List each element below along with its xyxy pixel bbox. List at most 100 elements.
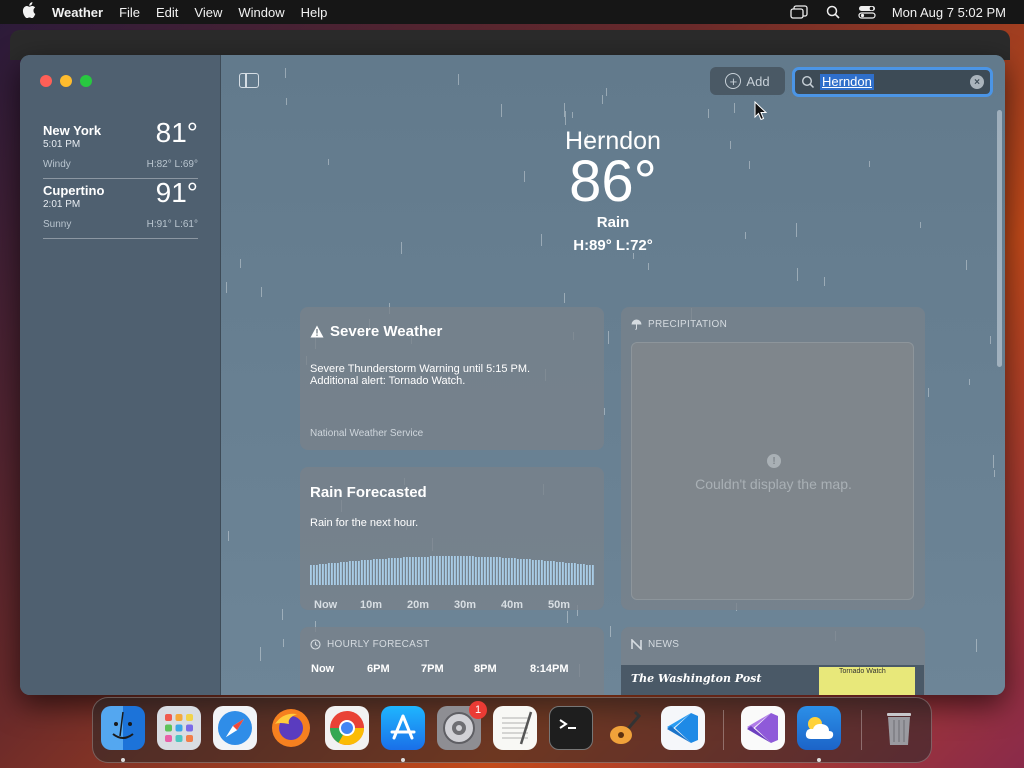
precipitation-title-text: PRECIPITATION bbox=[648, 319, 728, 330]
rain-streak bbox=[565, 111, 566, 125]
rain-bar bbox=[433, 556, 435, 585]
rain-bar bbox=[562, 562, 564, 585]
menu-window[interactable]: Window bbox=[230, 5, 292, 20]
severe-weather-card[interactable]: Severe Weather Severe Thunderstorm Warni… bbox=[300, 307, 604, 450]
search-input[interactable]: Herndon bbox=[820, 74, 874, 90]
rain-bar bbox=[442, 556, 444, 585]
hour-814pm: 8:14PM bbox=[530, 663, 569, 675]
rain-bar bbox=[490, 557, 492, 585]
clock[interactable]: Mon Aug 7 5:02 PM bbox=[892, 5, 1006, 20]
rain-bar bbox=[397, 558, 399, 585]
finder-running-indicator bbox=[121, 758, 125, 762]
rain-streak bbox=[928, 388, 929, 397]
city-item-cupertino[interactable]: Cupertino 2:01 PM 91° Sunny H:91° L:61° bbox=[43, 177, 198, 239]
sidebar-toggle-icon[interactable] bbox=[239, 73, 259, 88]
rain-bar bbox=[391, 558, 393, 585]
rain-bar bbox=[406, 557, 408, 585]
scrollbar[interactable] bbox=[997, 110, 1002, 367]
visual-studio-icon[interactable] bbox=[741, 706, 785, 750]
rain-bar bbox=[511, 558, 513, 585]
rain-bar bbox=[331, 563, 333, 585]
spotlight-search-icon[interactable] bbox=[824, 5, 842, 19]
rain-bar bbox=[349, 561, 351, 585]
axis-label-now: Now bbox=[314, 599, 338, 611]
menu-view[interactable]: View bbox=[186, 5, 230, 20]
clock-icon bbox=[310, 639, 321, 650]
rain-bar bbox=[565, 563, 567, 585]
minimize-window-button[interactable] bbox=[60, 75, 72, 87]
precipitation-card[interactable]: PRECIPITATION ! Couldn't display the map… bbox=[621, 307, 925, 610]
rain-bar bbox=[382, 559, 384, 585]
launchpad-icon[interactable] bbox=[157, 706, 201, 750]
rain-streak bbox=[734, 103, 735, 113]
city-high-low: H:91° L:61° bbox=[146, 219, 198, 230]
rain-streak bbox=[993, 455, 994, 468]
safari-icon[interactable] bbox=[213, 706, 257, 750]
news-thumbnail[interactable]: Tornado Watch bbox=[819, 667, 915, 695]
add-city-button[interactable]: + Add bbox=[710, 67, 785, 95]
finder-icon[interactable] bbox=[101, 706, 145, 750]
hour-8pm: 8PM bbox=[474, 663, 497, 675]
rain-bar bbox=[325, 564, 327, 585]
rain-streak bbox=[969, 379, 970, 385]
rain-streak bbox=[328, 159, 329, 165]
rain-bar bbox=[499, 557, 501, 585]
rain-streak bbox=[604, 408, 605, 415]
city-time: 2:01 PM bbox=[43, 199, 81, 210]
rain-bar bbox=[538, 560, 540, 585]
city-condition: Sunny bbox=[43, 219, 72, 230]
apple-menu-icon[interactable] bbox=[14, 2, 44, 22]
search-field[interactable]: Herndon × bbox=[792, 67, 993, 97]
rain-bar bbox=[424, 557, 426, 585]
rain-streak bbox=[994, 470, 995, 477]
rain-bar bbox=[541, 560, 543, 585]
rain-streak bbox=[869, 161, 870, 167]
vscode-icon[interactable] bbox=[661, 706, 705, 750]
rain-bar bbox=[571, 563, 573, 585]
rain-chart bbox=[310, 556, 594, 585]
stage-manager-icon[interactable] bbox=[790, 5, 808, 19]
hourly-title: HOURLY FORECAST bbox=[310, 639, 429, 650]
close-window-button[interactable] bbox=[40, 75, 52, 87]
rain-bar bbox=[568, 563, 570, 585]
rain-streak bbox=[286, 98, 287, 105]
city-item-new-york[interactable]: New York 5:01 PM 81° Windy H:82° L:69° bbox=[43, 117, 198, 179]
control-center-icon[interactable] bbox=[858, 5, 876, 19]
weather-window: New York 5:01 PM 81° Windy H:82° L:69° C… bbox=[20, 55, 1005, 695]
app-store-icon[interactable] bbox=[381, 706, 425, 750]
textedit-icon[interactable] bbox=[493, 706, 537, 750]
rain-bar bbox=[520, 559, 522, 585]
hour-7pm: 7PM bbox=[421, 663, 444, 675]
menu-file[interactable]: File bbox=[111, 5, 148, 20]
firefox-icon[interactable] bbox=[269, 706, 313, 750]
current-condition: Rain bbox=[596, 214, 630, 231]
weather-app-icon[interactable] bbox=[797, 706, 841, 750]
rain-streak bbox=[708, 109, 709, 118]
rain-bar bbox=[580, 564, 582, 585]
menu-edit[interactable]: Edit bbox=[148, 5, 186, 20]
rain-bar bbox=[364, 560, 366, 585]
precipitation-title: PRECIPITATION bbox=[631, 319, 727, 330]
city-name: Cupertino bbox=[43, 183, 105, 198]
rain-forecast-card[interactable]: Rain Forecasted Rain for the next hour. … bbox=[300, 467, 604, 611]
menu-app-name[interactable]: Weather bbox=[44, 5, 111, 20]
rain-streak bbox=[564, 293, 565, 303]
menu-help[interactable]: Help bbox=[293, 5, 336, 20]
terminal-icon[interactable] bbox=[549, 706, 593, 750]
clear-search-icon[interactable]: × bbox=[970, 75, 984, 89]
rain-streak bbox=[602, 95, 603, 104]
precipitation-map[interactable]: ! Couldn't display the map. bbox=[631, 342, 914, 600]
rain-bar bbox=[361, 560, 363, 585]
news-publisher: The Washington Post bbox=[631, 672, 762, 685]
rain-bar bbox=[358, 561, 360, 585]
rain-streak bbox=[608, 331, 609, 344]
garageband-icon[interactable] bbox=[605, 706, 649, 750]
rain-bar bbox=[409, 557, 411, 585]
hourly-forecast-card[interactable]: HOURLY FORECAST Now 6PM 7PM 8PM 8:14PM bbox=[300, 627, 604, 695]
trash-icon[interactable] bbox=[877, 706, 921, 750]
chrome-icon[interactable] bbox=[325, 706, 369, 750]
news-card[interactable]: NEWS The Washington Post Tornado Watch bbox=[621, 627, 925, 695]
zoom-window-button[interactable] bbox=[80, 75, 92, 87]
rain-streak bbox=[920, 222, 921, 228]
mouse-pointer-icon bbox=[754, 101, 768, 121]
